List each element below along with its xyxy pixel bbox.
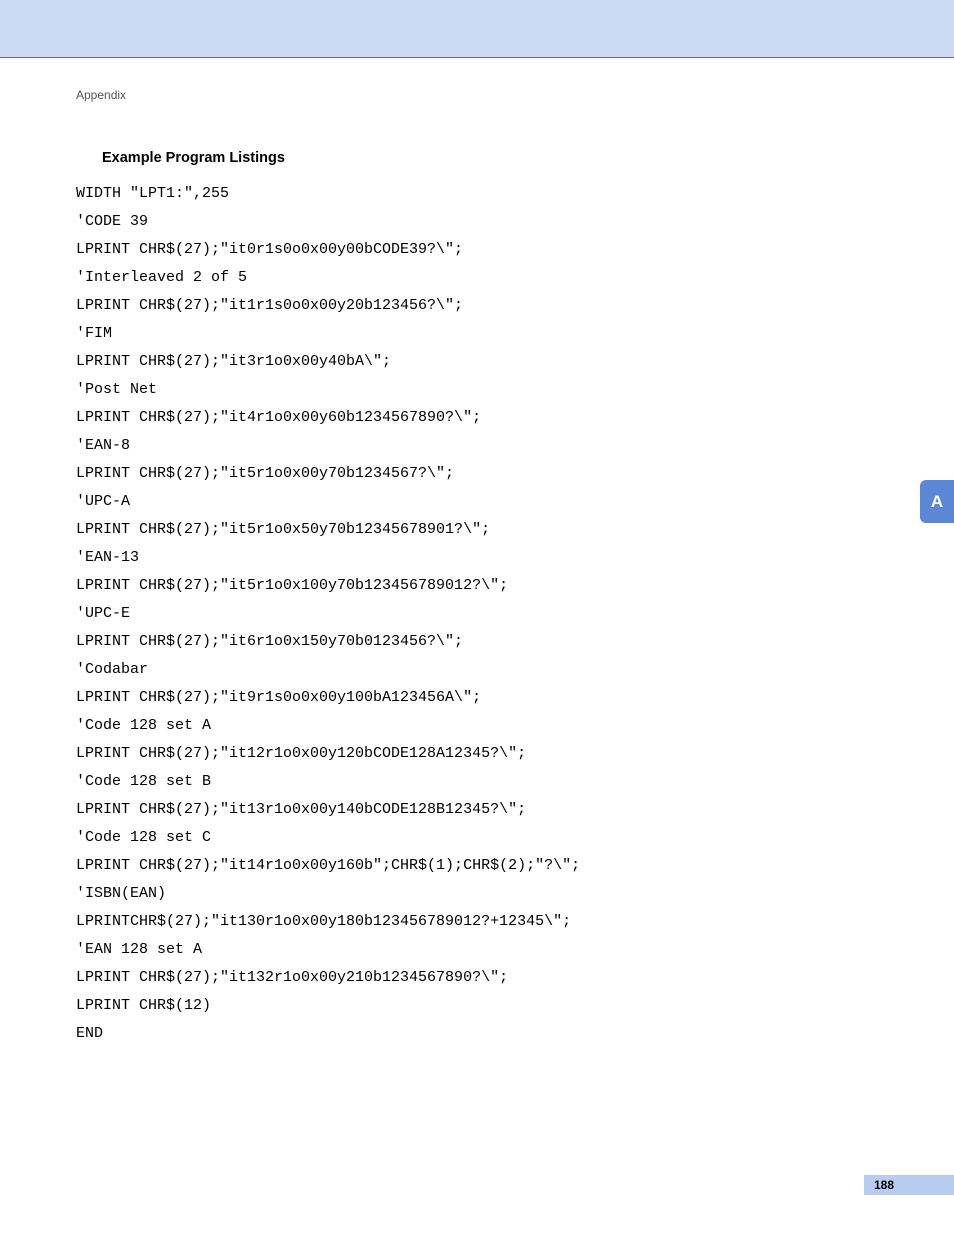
code-line: 'CODE 39	[76, 213, 148, 230]
code-line: LPRINT CHR$(12)	[76, 997, 211, 1014]
breadcrumb: Appendix	[76, 88, 878, 102]
code-line: LPRINT CHR$(27);"it12r1o0x00y120bCODE128…	[76, 745, 526, 762]
code-line: 'UPC-E	[76, 605, 130, 622]
code-line: LPRINT CHR$(27);"it1r1s0o0x00y20b123456?…	[76, 297, 463, 314]
code-line: LPRINT CHR$(27);"it132r1o0x00y210b123456…	[76, 969, 508, 986]
code-line: LPRINTCHR$(27);"it130r1o0x00y180b1234567…	[76, 913, 571, 930]
page-content: Appendix Example Program Listings WIDTH …	[0, 58, 954, 1048]
code-line: LPRINT CHR$(27);"it9r1s0o0x00y100bA12345…	[76, 689, 481, 706]
code-line: 'EAN-13	[76, 549, 139, 566]
code-line: LPRINT CHR$(27);"it4r1o0x00y60b123456789…	[76, 409, 481, 426]
code-line: 'Code 128 set A	[76, 717, 211, 734]
code-line: LPRINT CHR$(27);"it13r1o0x00y140bCODE128…	[76, 801, 526, 818]
code-line: WIDTH "LPT1:",255	[76, 185, 229, 202]
code-line: 'EAN-8	[76, 437, 130, 454]
code-line: 'ISBN(EAN)	[76, 885, 166, 902]
code-line: LPRINT CHR$(27);"it14r1o0x00y160b";CHR$(…	[76, 857, 580, 874]
code-line: END	[76, 1025, 103, 1042]
code-line: LPRINT CHR$(27);"it6r1o0x150y70b0123456?…	[76, 633, 463, 650]
code-line: 'FIM	[76, 325, 112, 342]
code-line: 'Code 128 set C	[76, 829, 211, 846]
code-line: LPRINT CHR$(27);"it5r1o0x50y70b123456789…	[76, 521, 490, 538]
code-line: 'Post Net	[76, 381, 157, 398]
code-line: 'Codabar	[76, 661, 148, 678]
code-line: LPRINT CHR$(27);"it0r1s0o0x00y00bCODE39?…	[76, 241, 463, 258]
top-banner	[0, 0, 954, 58]
page-number: 188	[864, 1175, 954, 1195]
section-title: Example Program Listings	[102, 150, 878, 166]
code-line: 'Code 128 set B	[76, 773, 211, 790]
code-line: 'EAN 128 set A	[76, 941, 202, 958]
code-line: LPRINT CHR$(27);"it5r1o0x00y70b1234567?\…	[76, 465, 454, 482]
code-line: LPRINT CHR$(27);"it3r1o0x00y40bA\";	[76, 353, 391, 370]
code-listing: WIDTH "LPT1:",255 'CODE 39 LPRINT CHR$(2…	[76, 180, 878, 1048]
appendix-tab[interactable]: A	[920, 480, 954, 523]
code-line: 'Interleaved 2 of 5	[76, 269, 247, 286]
code-line: 'UPC-A	[76, 493, 130, 510]
code-line: LPRINT CHR$(27);"it5r1o0x100y70b12345678…	[76, 577, 508, 594]
